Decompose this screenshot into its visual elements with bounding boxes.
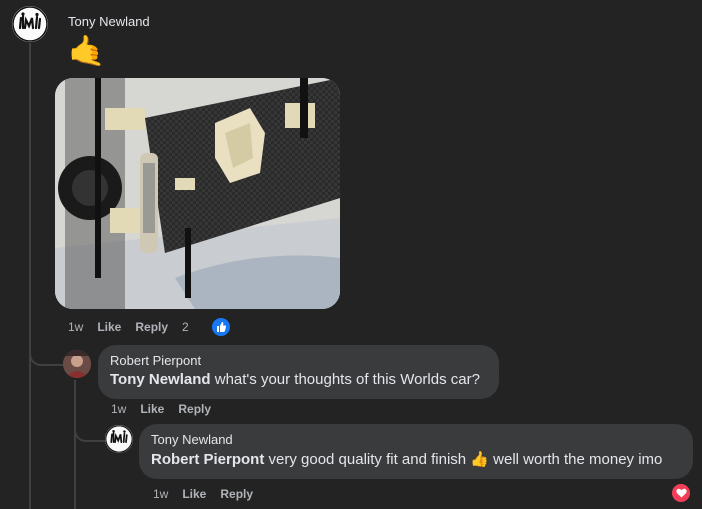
like-button[interactable]: Like (140, 402, 164, 416)
comment-bubble: Robert Pierpont Tony Newland what's your… (98, 345, 499, 399)
comment-author[interactable]: Tony Newland (151, 432, 681, 447)
comment-actions: 1w Like Reply (153, 487, 267, 501)
comment-author[interactable]: Robert Pierpont (110, 353, 487, 368)
timestamp[interactable]: 1w (111, 402, 126, 416)
thread-line-main (29, 43, 31, 509)
like-button[interactable]: Like (182, 487, 206, 501)
comment-body-text-end: well worth the money imo (488, 451, 663, 468)
attached-photo[interactable] (55, 78, 340, 309)
avatar[interactable] (105, 425, 133, 453)
heart-icon[interactable] (670, 482, 692, 504)
comment-actions: 1w Like Reply (111, 402, 225, 416)
timestamp[interactable]: 1w (68, 320, 83, 334)
avatar[interactable] (63, 350, 91, 378)
avatar[interactable] (12, 6, 48, 42)
comment-text: Tony Newland what's your thoughts of thi… (110, 371, 487, 388)
thread-line-reply1 (74, 380, 76, 509)
thread-connector-reply1 (29, 340, 65, 366)
comment-author[interactable]: Tony Newland (68, 14, 150, 29)
comment-actions: 1w Like Reply 2 (68, 320, 191, 334)
reply-button[interactable]: Reply (178, 402, 211, 416)
thread-connector-reply2 (74, 418, 106, 442)
reply-button[interactable]: Reply (135, 320, 168, 334)
logo-icon (105, 425, 133, 453)
profile-photo-icon (63, 350, 91, 378)
comment-text: Robert Pierpont very good quality fit an… (151, 450, 681, 468)
logo-icon (12, 6, 48, 42)
reaction-count[interactable]: 2 (182, 320, 189, 334)
mention-link[interactable]: Robert Pierpont (151, 451, 264, 468)
like-button[interactable]: Like (97, 320, 121, 334)
timestamp[interactable]: 1w (153, 487, 168, 501)
reply-button[interactable]: Reply (220, 487, 253, 501)
comment-body-text: very good quality fit and finish (264, 451, 471, 468)
comment-bubble: Tony Newland Robert Pierpont very good q… (139, 424, 693, 479)
like-icon[interactable] (210, 316, 232, 338)
call-me-hand-emoji: 🤙 (68, 35, 106, 68)
thumbs-up-emoji: 👍 (470, 451, 489, 468)
comment-body-text: what's your thoughts of this Worlds car? (210, 371, 480, 388)
mention-link[interactable]: Tony Newland (110, 371, 211, 388)
